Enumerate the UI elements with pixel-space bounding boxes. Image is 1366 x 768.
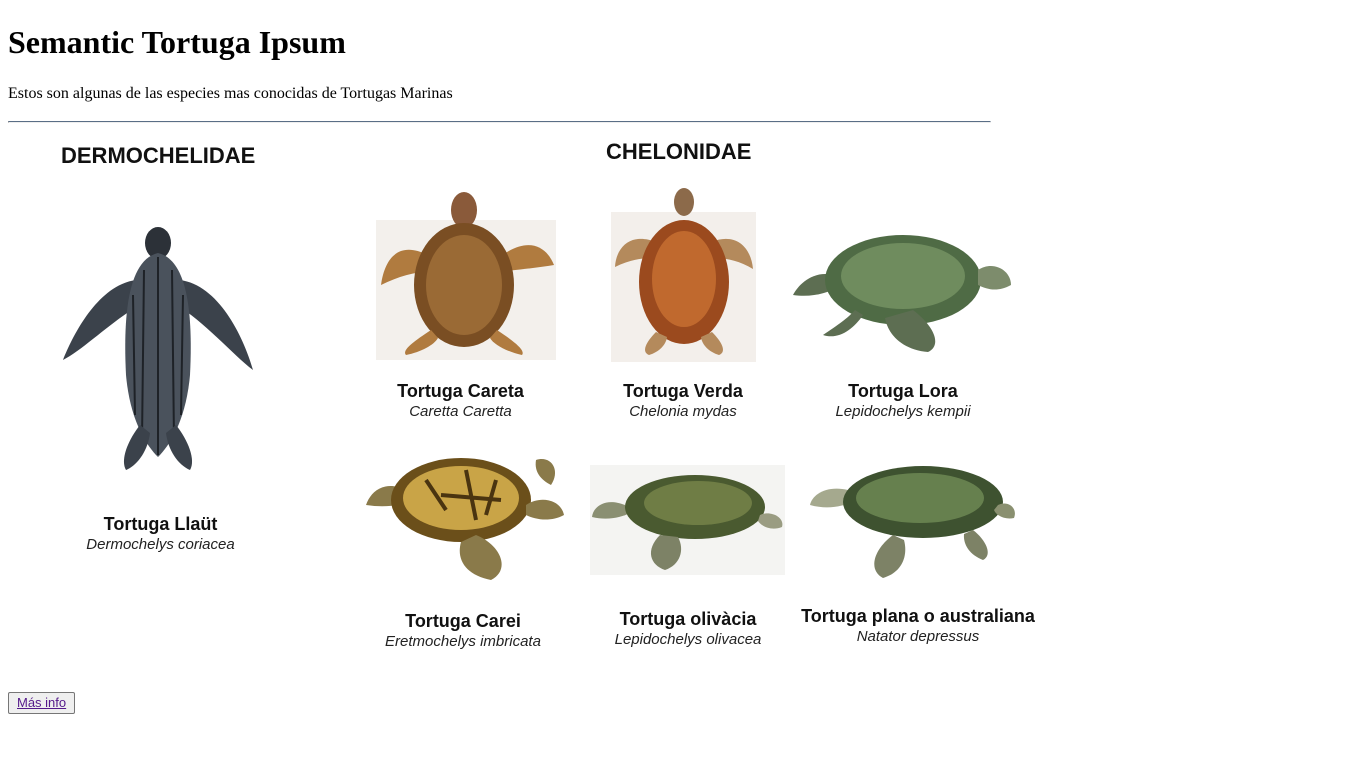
page-title: Semantic Tortuga Ipsum xyxy=(8,24,346,60)
species-common-name: Tortuga Carei xyxy=(405,611,521,631)
species-caption: Tortuga plana o australiana Natator depr… xyxy=(788,605,1048,647)
turtle-species-figure: DERMOCHELIDAE CHELONIDAE Tortuga Llaüt D… xyxy=(8,130,1058,670)
species-common-name: Tortuga Verda xyxy=(623,381,743,401)
divider xyxy=(8,121,991,123)
flatback-turtle-illustration xyxy=(810,466,1015,578)
olive-ridley-turtle-illustration xyxy=(590,465,785,575)
species-scientific-name: Caretta Caretta xyxy=(409,403,512,420)
loggerhead-turtle-illustration xyxy=(376,192,556,360)
kemps-ridley-turtle-illustration xyxy=(793,235,1011,352)
species-caption: Tortuga Lora Lepidochelys kempii xyxy=(808,380,998,422)
species-scientific-name: Chelonia mydas xyxy=(629,403,737,420)
species-common-name: Tortuga Careta xyxy=(397,381,524,401)
species-common-name: Tortuga Llaüt xyxy=(103,514,218,534)
green-turtle-illustration xyxy=(611,188,756,362)
species-caption: Tortuga Careta Caretta Caretta xyxy=(373,380,548,422)
more-info-button[interactable]: Más info xyxy=(8,692,76,714)
species-common-name: Tortuga olivàcia xyxy=(619,609,757,629)
leatherback-turtle-illustration xyxy=(63,227,253,470)
hawksbill-turtle-illustration xyxy=(366,458,564,580)
species-scientific-name: Lepidochelys kempii xyxy=(835,403,971,420)
species-scientific-name: Natator depressus xyxy=(856,628,980,645)
species-caption: Tortuga Carei Eretmochelys imbricata xyxy=(373,610,553,652)
species-scientific-name: Eretmochelys imbricata xyxy=(385,633,541,650)
species-caption: Tortuga Verda Chelonia mydas xyxy=(598,380,768,422)
species-caption: Tortuga olivàcia Lepidochelys olivacea xyxy=(598,608,778,650)
species-common-name: Tortuga plana o australiana xyxy=(801,606,1035,626)
family-heading-chelonidae: CHELONIDAE xyxy=(606,139,752,164)
family-heading-dermochelidae: DERMOCHELIDAE xyxy=(61,143,256,168)
species-scientific-name: Lepidochelys olivacea xyxy=(614,631,762,648)
species-scientific-name: Dermochelys coriacea xyxy=(86,536,235,553)
intro-text: Estos son algunas de las especies mas co… xyxy=(8,85,453,102)
species-caption: Tortuga Llaüt Dermochelys coriacea xyxy=(58,513,263,555)
species-common-name: Tortuga Lora xyxy=(848,381,958,401)
